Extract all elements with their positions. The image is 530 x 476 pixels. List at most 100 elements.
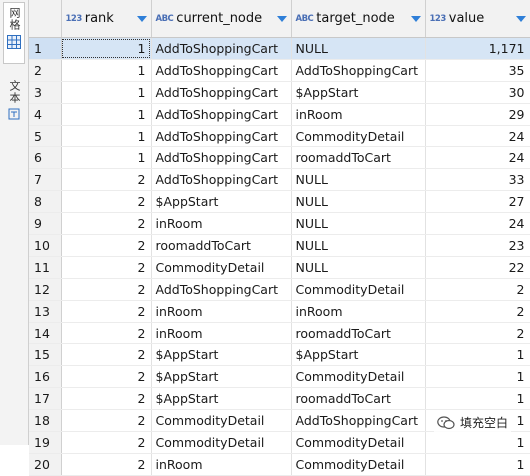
- rank-cell[interactable]: 2: [61, 190, 152, 214]
- rank-cell[interactable]: 1: [61, 125, 152, 148]
- table-row[interactable]: 13 2 inRoom inRoom 2: [29, 300, 530, 323]
- current-node-cell[interactable]: AddToShoppingCart: [151, 59, 292, 82]
- grid-view-tab[interactable]: 网格: [3, 2, 25, 64]
- target-node-cell[interactable]: NULL: [291, 168, 426, 192]
- value-cell[interactable]: 2: [425, 278, 530, 301]
- value-cell[interactable]: 1: [425, 387, 530, 411]
- value-cell[interactable]: 23: [425, 234, 530, 257]
- row-number-cell[interactable]: 18: [29, 409, 62, 433]
- table-row[interactable]: 14 2 inRoom roomaddToCart 2: [29, 322, 530, 345]
- filter-dropdown-icon[interactable]: [410, 15, 421, 22]
- table-row[interactable]: 20 2 inRoom CommodityDetail 1: [29, 453, 530, 476]
- table-row[interactable]: 15 2 $AppStart $AppStart 1: [29, 343, 530, 367]
- value-cell[interactable]: 24: [425, 125, 530, 148]
- current-node-cell[interactable]: inRoom: [151, 322, 292, 345]
- table-row[interactable]: 5 1 AddToShoppingCart CommodityDetail 24: [29, 125, 530, 148]
- table-row[interactable]: 10 2 roomaddToCart NULL 23: [29, 234, 530, 257]
- row-number-cell[interactable]: 12: [29, 278, 62, 301]
- rank-cell[interactable]: 1: [61, 146, 152, 170]
- table-row[interactable]: 6 1 AddToShoppingCart roomaddToCart 24: [29, 146, 530, 170]
- row-number-cell[interactable]: 17: [29, 387, 62, 411]
- current-node-cell[interactable]: roomaddToCart: [151, 234, 292, 257]
- row-number-cell[interactable]: 16: [29, 365, 62, 389]
- rank-cell[interactable]: 1: [61, 103, 152, 126]
- target-node-cell[interactable]: $AppStart: [291, 81, 426, 104]
- target-node-cell[interactable]: CommodityDetail: [291, 278, 426, 301]
- value-cell[interactable]: 1: [425, 365, 530, 389]
- target-node-cell[interactable]: roomaddToCart: [291, 387, 426, 411]
- value-cell[interactable]: 24: [425, 212, 530, 236]
- current-node-cell[interactable]: inRoom: [151, 453, 292, 476]
- column-header-value[interactable]: 123 value: [425, 0, 530, 38]
- column-header-target-node[interactable]: ABC target_node: [291, 0, 426, 38]
- table-row[interactable]: 19 2 CommodityDetail CommodityDetail 1: [29, 431, 530, 454]
- text-view-tab[interactable]: 文本: [3, 76, 25, 128]
- rank-cell[interactable]: 2: [61, 234, 152, 257]
- rank-cell[interactable]: 2: [61, 322, 152, 345]
- current-node-cell[interactable]: AddToShoppingCart: [151, 103, 292, 126]
- row-number-cell[interactable]: 11: [29, 256, 62, 279]
- value-cell[interactable]: 1: [425, 343, 530, 367]
- value-cell[interactable]: 22: [425, 256, 530, 279]
- row-number-cell[interactable]: 3: [29, 81, 62, 104]
- row-number-header[interactable]: [29, 0, 62, 38]
- column-header-rank[interactable]: 123 rank: [61, 0, 152, 38]
- row-number-cell[interactable]: 5: [29, 125, 62, 148]
- value-cell[interactable]: 33: [425, 168, 530, 192]
- value-cell[interactable]: 2: [425, 300, 530, 323]
- target-node-cell[interactable]: NULL: [291, 234, 426, 257]
- row-number-cell[interactable]: 9: [29, 212, 62, 236]
- value-cell[interactable]: 1: [425, 431, 530, 454]
- current-node-cell[interactable]: AddToShoppingCart: [151, 146, 292, 170]
- table-row[interactable]: 3 1 AddToShoppingCart $AppStart 30: [29, 81, 530, 104]
- target-node-cell[interactable]: NULL: [291, 212, 426, 236]
- value-cell[interactable]: 35: [425, 59, 530, 82]
- current-node-cell[interactable]: $AppStart: [151, 190, 292, 214]
- table-row[interactable]: 7 2 AddToShoppingCart NULL 33: [29, 168, 530, 192]
- target-node-cell[interactable]: CommodityDetail: [291, 125, 426, 148]
- current-node-cell[interactable]: $AppStart: [151, 343, 292, 367]
- row-number-cell[interactable]: 20: [29, 453, 62, 476]
- target-node-cell[interactable]: NULL: [291, 256, 426, 279]
- current-node-cell[interactable]: AddToShoppingCart: [151, 278, 292, 301]
- current-node-cell[interactable]: AddToShoppingCart: [151, 125, 292, 148]
- rank-cell[interactable]: 2: [61, 300, 152, 323]
- table-row[interactable]: 11 2 CommodityDetail NULL 22: [29, 256, 530, 279]
- table-row[interactable]: 16 2 $AppStart CommodityDetail 1: [29, 365, 530, 389]
- current-node-cell[interactable]: CommodityDetail: [151, 431, 292, 454]
- rank-cell[interactable]: 2: [61, 343, 152, 367]
- target-node-cell[interactable]: roomaddToCart: [291, 322, 426, 345]
- row-number-cell[interactable]: 2: [29, 59, 62, 82]
- table-row[interactable]: 9 2 inRoom NULL 24: [29, 212, 530, 236]
- current-node-cell[interactable]: $AppStart: [151, 387, 292, 411]
- row-number-cell[interactable]: 15: [29, 343, 62, 367]
- filter-dropdown-icon[interactable]: [136, 15, 147, 22]
- rank-cell[interactable]: 2: [61, 453, 152, 476]
- current-node-cell[interactable]: $AppStart: [151, 365, 292, 389]
- value-cell[interactable]: 1,171: [425, 37, 530, 60]
- rank-cell[interactable]: 2: [61, 256, 152, 279]
- target-node-cell[interactable]: inRoom: [291, 300, 426, 323]
- rank-cell[interactable]: 2: [61, 409, 152, 433]
- value-cell[interactable]: 30: [425, 81, 530, 104]
- row-number-cell[interactable]: 4: [29, 103, 62, 126]
- rank-cell[interactable]: 2: [61, 168, 152, 192]
- current-node-cell[interactable]: AddToShoppingCart: [151, 168, 292, 192]
- target-node-cell[interactable]: AddToShoppingCart: [291, 59, 426, 82]
- value-cell[interactable]: 29: [425, 103, 530, 126]
- rank-cell[interactable]: 2: [61, 387, 152, 411]
- row-number-cell[interactable]: 7: [29, 168, 62, 192]
- row-number-cell[interactable]: 1: [29, 37, 62, 60]
- filter-dropdown-icon[interactable]: [276, 15, 287, 22]
- value-cell[interactable]: 1: [425, 453, 530, 476]
- filter-dropdown-icon[interactable]: [515, 15, 526, 22]
- current-node-cell[interactable]: CommodityDetail: [151, 256, 292, 279]
- column-header-current-node[interactable]: ABC current_node: [151, 0, 292, 38]
- current-node-cell[interactable]: inRoom: [151, 300, 292, 323]
- target-node-cell[interactable]: CommodityDetail: [291, 431, 426, 454]
- target-node-cell[interactable]: $AppStart: [291, 343, 426, 367]
- rank-cell[interactable]: 1: [61, 37, 152, 60]
- current-node-cell[interactable]: AddToShoppingCart: [151, 37, 292, 60]
- rank-cell[interactable]: 2: [61, 278, 152, 301]
- current-node-cell[interactable]: CommodityDetail: [151, 409, 292, 433]
